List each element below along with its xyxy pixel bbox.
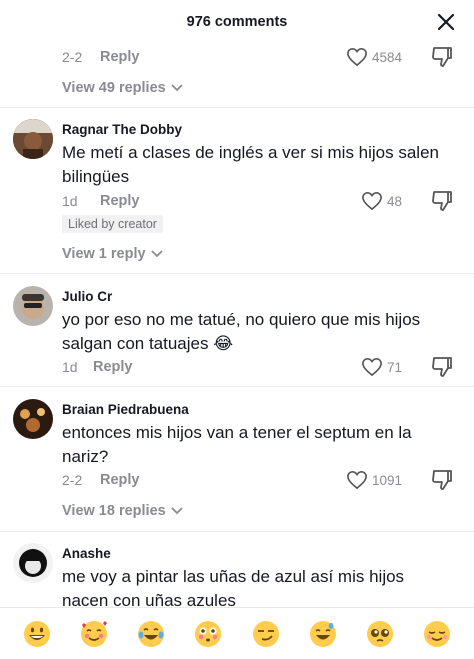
dislike-icon[interactable] <box>430 468 454 492</box>
divider <box>0 273 474 274</box>
dislike-icon[interactable] <box>430 189 454 213</box>
avatar-image <box>13 399 53 439</box>
relieved-emoji-icon[interactable] <box>421 618 453 650</box>
comment-meta-row: 1d Reply 48 <box>62 190 454 212</box>
like-count: 48 <box>386 193 402 209</box>
view-replies-button[interactable]: View 49 replies <box>62 80 184 96</box>
close-icon[interactable] <box>436 12 456 32</box>
like-button[interactable]: 48 <box>361 191 402 211</box>
tears-of-joy-emoji-icon[interactable] <box>135 618 167 650</box>
like-button[interactable]: 71 <box>361 357 402 377</box>
divider <box>0 386 474 387</box>
liked-by-creator-badge: Liked by creator <box>62 215 163 233</box>
avatar-image <box>13 543 53 583</box>
comment-meta-row: 1d Reply 71 <box>62 356 454 378</box>
like-button[interactable]: 4584 <box>346 47 402 67</box>
reply-button[interactable]: Reply <box>100 49 140 65</box>
comment-text: entonces mis hijos van a tener el septum… <box>62 423 412 466</box>
comment-date: 2-2 <box>62 49 83 65</box>
smiling-hearts-emoji-icon[interactable] <box>78 618 110 650</box>
like-count: 4584 <box>371 49 402 65</box>
heart-icon <box>362 191 382 211</box>
view-replies-label: View 18 replies <box>62 503 166 519</box>
dislike-icon[interactable] <box>430 355 454 379</box>
grinning-emoji-icon[interactable] <box>21 618 53 650</box>
pleading-emoji-icon[interactable] <box>364 618 396 650</box>
avatar[interactable] <box>13 543 53 583</box>
heart-icon <box>347 470 367 490</box>
chevron-down-icon <box>171 84 183 92</box>
chevron-down-icon <box>150 250 163 258</box>
avatar-image <box>13 119 53 159</box>
comment-username[interactable]: Ragnar The Dobby <box>62 122 182 137</box>
comment-meta-row: 2-2 Reply 4584 <box>62 46 454 68</box>
reply-button[interactable]: Reply <box>93 359 133 375</box>
avatar[interactable] <box>13 399 53 439</box>
emoji-quick-bar <box>0 607 474 659</box>
divider <box>0 107 474 108</box>
like-count: 71 <box>386 359 402 375</box>
comments-header: 976 comments <box>0 0 474 44</box>
smirking-emoji-icon[interactable] <box>250 618 282 650</box>
comment-date: 1d <box>62 359 78 375</box>
comment-username[interactable]: Julio Cr <box>62 289 112 304</box>
comment-username[interactable]: Anashe <box>62 546 111 561</box>
view-replies-button[interactable]: View 18 replies <box>62 503 184 519</box>
chevron-down-icon <box>171 507 183 515</box>
avatar[interactable] <box>13 286 53 326</box>
view-replies-label: View 1 reply <box>62 246 146 262</box>
flushed-emoji-icon[interactable] <box>192 618 224 650</box>
divider <box>0 531 474 532</box>
comment-meta-row: 2-2 Reply 1091 <box>62 469 454 491</box>
heart-icon <box>362 357 382 377</box>
comment-text: me voy a pintar las uñas de azul así mis… <box>62 567 405 610</box>
comment-date: 1d <box>62 193 78 209</box>
sweat-smile-emoji-icon[interactable] <box>307 618 339 650</box>
comment-date: 2-2 <box>62 472 83 488</box>
like-count: 1091 <box>371 472 402 488</box>
reply-button[interactable]: Reply <box>100 472 140 488</box>
comment-text: yo por eso no me tatué, no quiero que mi… <box>62 310 421 353</box>
view-replies-label: View 49 replies <box>62 80 166 96</box>
avatar[interactable] <box>13 119 53 159</box>
reply-button[interactable]: Reply <box>100 193 140 209</box>
heart-icon <box>347 47 367 67</box>
dislike-icon[interactable] <box>430 45 454 69</box>
comment-text: Me metí a clases de inglés a ver si mis … <box>62 143 439 186</box>
view-replies-button[interactable]: View 1 reply <box>62 246 164 262</box>
avatar-image <box>13 286 53 326</box>
like-button[interactable]: 1091 <box>346 470 402 490</box>
comments-count-title: 976 comments <box>186 14 288 30</box>
comment-username[interactable]: Braian Piedrabuena <box>62 402 189 417</box>
